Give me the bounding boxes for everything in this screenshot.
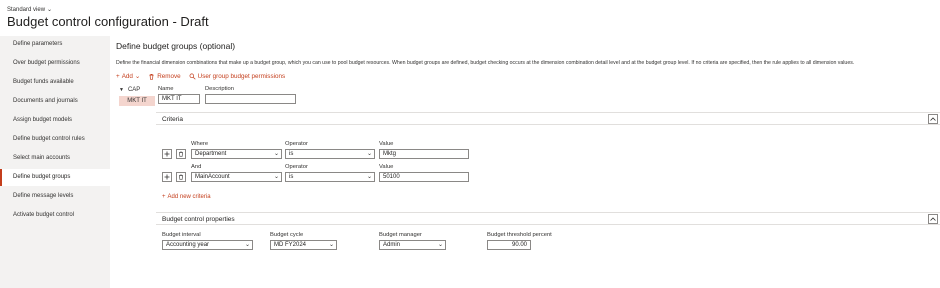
chevron-down-icon: ⌄ xyxy=(366,174,372,180)
trash-icon xyxy=(179,174,183,180)
main-content: Define budget groups (optional) Define t… xyxy=(110,36,940,288)
section-description: Define the financial dimension combinati… xyxy=(116,60,855,66)
budget-control-properties-header[interactable]: Budget control properties xyxy=(156,212,940,225)
and-dropdown[interactable]: MainAccount ⌄ xyxy=(191,172,282,182)
user-group-permissions-label: User group budget permissions xyxy=(197,72,286,80)
budget-manager-dropdown[interactable]: Admin ⌄ xyxy=(379,240,446,250)
remove-button-label: Remove xyxy=(157,72,181,80)
view-selector[interactable]: Standard view ⌄ xyxy=(7,6,52,13)
where-label: Where xyxy=(191,141,209,147)
action-bar: + Add ⌄ Remove User group budget permiss… xyxy=(116,71,285,81)
chevron-up-icon xyxy=(930,117,936,121)
chevron-down-icon: ⌄ xyxy=(437,242,443,248)
user-group-permissions-button[interactable]: User group budget permissions xyxy=(189,71,286,81)
budget-cycle-dropdown[interactable]: MD FY2024 ⌄ xyxy=(270,240,337,250)
budget-manager-value: Admin xyxy=(383,242,401,248)
add-button[interactable]: + Add ⌄ xyxy=(116,71,140,81)
search-icon xyxy=(189,73,196,80)
chevron-down-icon: ⌄ xyxy=(134,72,141,80)
plus-icon: + xyxy=(162,194,166,200)
chevron-down-icon: ⌄ xyxy=(366,151,372,157)
delete-criteria-row-button[interactable] xyxy=(176,149,186,159)
add-criteria-row-button[interactable] xyxy=(162,172,172,182)
where-dropdown[interactable]: Department ⌄ xyxy=(191,149,282,159)
criteria-panel-header[interactable]: Criteria xyxy=(156,112,940,125)
chevron-down-icon: ⌄ xyxy=(273,174,279,180)
operator-label: Operator xyxy=(285,164,308,170)
add-new-criteria-label: Add new criteria xyxy=(167,194,211,200)
chevron-down-icon: ⌄ xyxy=(244,242,250,248)
sidebar-item-define-budget-groups[interactable]: Define budget groups xyxy=(0,169,110,186)
chevron-down-icon: ⌄ xyxy=(328,242,334,248)
criteria-collapse-button[interactable] xyxy=(928,114,938,124)
where-dropdown-value: Department xyxy=(195,151,227,157)
tree-node-root[interactable]: ▼ CAP xyxy=(119,87,159,93)
view-selector-label: Standard view xyxy=(7,7,46,13)
budget-threshold-field[interactable]: 90.00 xyxy=(487,240,531,250)
value-field[interactable]: Mktg xyxy=(379,149,469,159)
operator-dropdown-value: is xyxy=(289,151,294,157)
name-field[interactable]: MKT IT xyxy=(158,94,200,104)
add-button-label: Add xyxy=(121,72,133,80)
remove-button[interactable]: Remove xyxy=(148,71,181,81)
page-title: Budget control configuration - Draft xyxy=(7,14,209,29)
criteria-panel-title: Criteria xyxy=(162,116,183,123)
sidebar-item-define-parameters[interactable]: Define parameters xyxy=(0,36,110,53)
operator-label: Operator xyxy=(285,141,308,147)
value-field[interactable]: 50100 xyxy=(379,172,469,182)
name-label: Name xyxy=(158,86,174,92)
tree-node-root-label: CAP xyxy=(127,87,141,93)
operator-dropdown[interactable]: is ⌄ xyxy=(285,149,375,159)
trash-icon xyxy=(179,151,183,157)
budget-control-properties-title: Budget control properties xyxy=(162,216,235,223)
delete-criteria-row-button[interactable] xyxy=(176,172,186,182)
budget-threshold-label: Budget threshold percent xyxy=(487,232,552,238)
sidebar-item-define-budget-control-rules[interactable]: Define budget control rules xyxy=(0,131,110,148)
budget-interval-dropdown[interactable]: Accounting year ⌄ xyxy=(162,240,253,250)
description-field[interactable] xyxy=(205,94,296,104)
and-dropdown-value: MainAccount xyxy=(195,174,230,180)
plus-icon: + xyxy=(116,72,120,80)
plus-icon xyxy=(164,151,170,157)
sidebar-item-documents-and-journals[interactable]: Documents and journals xyxy=(0,93,110,110)
value-label: Value xyxy=(379,141,394,147)
operator-dropdown[interactable]: is ⌄ xyxy=(285,172,375,182)
budget-interval-value: Accounting year xyxy=(166,242,210,248)
add-new-criteria-link[interactable]: + Add new criteria xyxy=(162,194,211,200)
plus-icon xyxy=(164,174,170,180)
properties-collapse-button[interactable] xyxy=(928,214,938,224)
chevron-down-icon: ⌄ xyxy=(47,7,53,13)
sidebar: Define parameters Over budget permission… xyxy=(0,36,110,288)
value-label: Value xyxy=(379,164,394,170)
and-label: And xyxy=(191,164,202,170)
section-title: Define budget groups (optional) xyxy=(116,41,236,51)
budget-cycle-value: MD FY2024 xyxy=(274,242,307,248)
chevron-up-icon xyxy=(930,217,936,221)
sidebar-item-assign-budget-models[interactable]: Assign budget models xyxy=(0,112,110,129)
top-bar: Standard view ⌄ Budget control configurat… xyxy=(0,0,940,36)
add-criteria-row-button[interactable] xyxy=(162,149,172,159)
sidebar-item-select-main-accounts[interactable]: Select main accounts xyxy=(0,150,110,167)
sidebar-item-define-message-levels[interactable]: Define message levels xyxy=(0,188,110,205)
operator-dropdown-value: is xyxy=(289,174,294,180)
sidebar-item-over-budget-permissions[interactable]: Over budget permissions xyxy=(0,55,110,72)
budget-interval-label: Budget interval xyxy=(162,232,201,238)
sidebar-item-activate-budget-control[interactable]: Activate budget control xyxy=(0,207,110,224)
collapse-triangle-icon: ▼ xyxy=(119,87,124,93)
chevron-down-icon: ⌄ xyxy=(273,151,279,157)
trash-icon xyxy=(149,73,154,80)
budget-manager-label: Budget manager xyxy=(379,232,422,238)
description-label: Description xyxy=(205,86,234,92)
sidebar-item-budget-funds-available[interactable]: Budget funds available xyxy=(0,74,110,91)
budget-cycle-label: Budget cycle xyxy=(270,232,304,238)
tree-node-child-selected[interactable]: MKT IT xyxy=(119,96,155,106)
